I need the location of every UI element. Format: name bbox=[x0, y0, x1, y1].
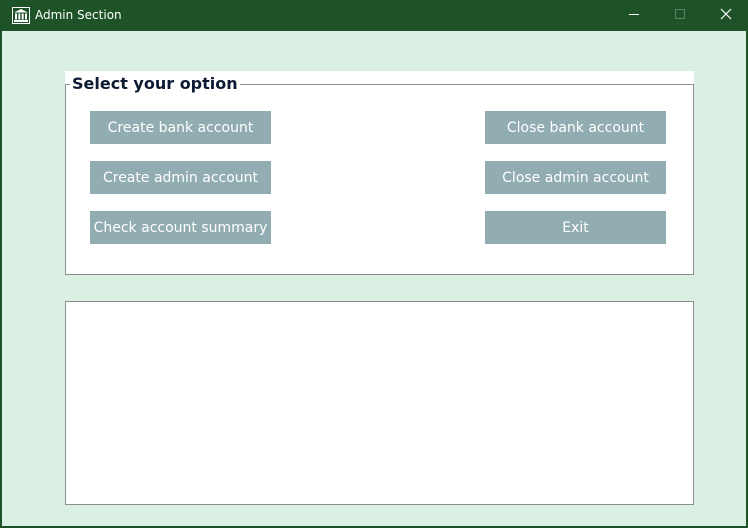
client-area: Select your option Create bank account C… bbox=[2, 31, 746, 526]
close-admin-account-button[interactable]: Close admin account bbox=[485, 161, 666, 194]
check-account-summary-button[interactable]: Check account summary bbox=[90, 211, 271, 244]
minimize-icon bbox=[628, 7, 640, 25]
close-bank-account-button[interactable]: Close bank account bbox=[485, 111, 666, 144]
output-text-area[interactable] bbox=[65, 301, 694, 505]
close-icon bbox=[720, 7, 732, 25]
create-bank-account-button[interactable]: Create bank account bbox=[90, 111, 271, 144]
window-title: Admin Section bbox=[35, 8, 122, 22]
exit-button[interactable]: Exit bbox=[485, 211, 666, 244]
close-window-button[interactable] bbox=[703, 0, 748, 31]
minimize-button[interactable] bbox=[611, 0, 657, 31]
bank-icon bbox=[12, 7, 30, 24]
maximize-icon bbox=[674, 7, 686, 25]
options-heading: Select your option bbox=[70, 74, 240, 94]
admin-section-window: Admin Section Select your option Create … bbox=[0, 0, 748, 528]
maximize-button[interactable] bbox=[657, 0, 703, 31]
options-groupbox: Select your option Create bank account C… bbox=[65, 71, 694, 275]
title-bar[interactable]: Admin Section bbox=[2, 0, 748, 31]
create-admin-account-button[interactable]: Create admin account bbox=[90, 161, 271, 194]
